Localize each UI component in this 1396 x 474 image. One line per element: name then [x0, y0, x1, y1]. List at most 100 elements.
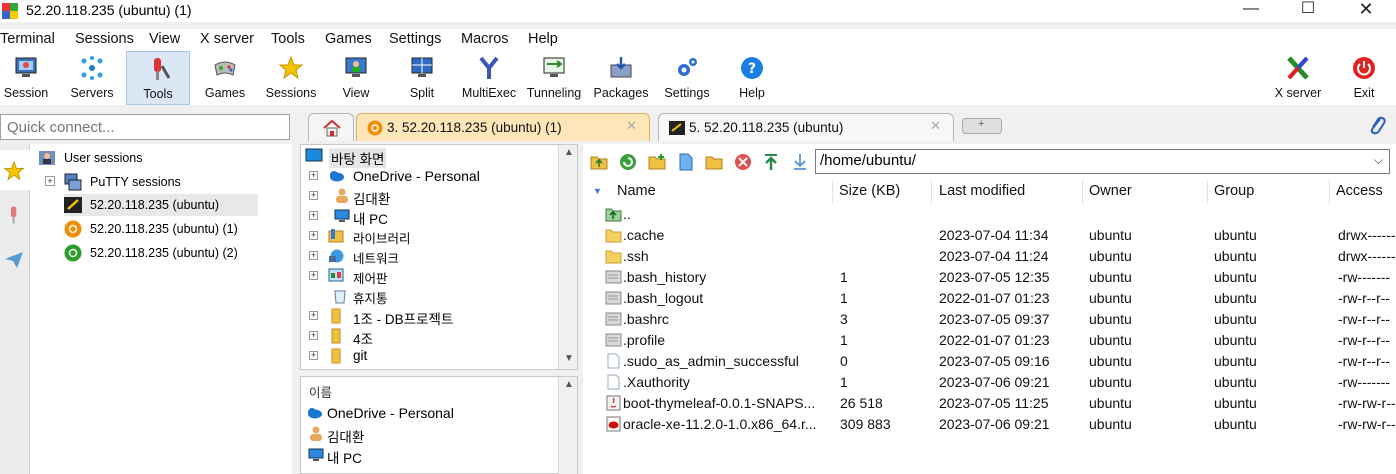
- menu-terminal[interactable]: Terminal: [0, 31, 55, 47]
- scroll-down-icon[interactable]: ▼: [564, 353, 574, 364]
- expand-icon[interactable]: +: [309, 311, 318, 320]
- column-size[interactable]: Size (KB): [839, 183, 900, 199]
- tree-scrollbar[interactable]: ▲ ▼: [558, 145, 577, 369]
- menu-view[interactable]: View: [149, 31, 180, 47]
- panel-splitter[interactable]: [292, 144, 300, 474]
- expand-icon[interactable]: +: [309, 171, 318, 180]
- delete-icon[interactable]: [733, 152, 753, 172]
- file-row[interactable]: .bashrc 3 2023-07-05 09:37 ubuntu ubuntu -rw-…: [583, 309, 1396, 330]
- refresh-icon[interactable]: [618, 152, 638, 172]
- file-row[interactable]: oracle-xe-11.2.0-1.0.x86_64.r... 309 883 2…: [583, 414, 1396, 435]
- tools-button[interactable]: Tools: [126, 51, 190, 105]
- file-size: 1: [840, 374, 848, 390]
- folder-icon: [331, 308, 341, 324]
- column-separator[interactable]: [1082, 180, 1083, 204]
- parent-folder-icon[interactable]: [589, 152, 609, 172]
- file-name: .ssh: [623, 248, 649, 264]
- close-window-button[interactable]: ✕: [1343, 0, 1389, 22]
- menu-games[interactable]: Games: [325, 31, 372, 47]
- exit-button[interactable]: Exit: [1340, 51, 1388, 105]
- file-owner: ubuntu: [1089, 353, 1132, 369]
- file-name: .profile: [623, 332, 666, 348]
- menu-tools[interactable]: Tools: [271, 31, 305, 47]
- new-file-icon[interactable]: [676, 152, 696, 172]
- chevron-down-icon[interactable]: ⌵: [1374, 153, 1383, 168]
- new-tab-button[interactable]: +: [962, 118, 1002, 134]
- menu-sessions[interactable]: Sessions: [75, 31, 134, 47]
- scroll-up-icon[interactable]: ▲: [564, 379, 574, 390]
- file-row[interactable]: .profile 1 2022-01-07 01:23 ubuntu ubuntu -rw…: [583, 330, 1396, 351]
- menu-macros[interactable]: Macros: [461, 31, 509, 47]
- file-modified: 2023-07-04 11:24: [939, 248, 1049, 264]
- file-row[interactable]: .cache 2023-07-04 11:34 ubuntu ubuntu drwx--…: [583, 225, 1396, 246]
- folder-icon[interactable]: [704, 152, 724, 172]
- file-row[interactable]: .bash_logout 1 2022-01-07 01:23 ubuntu ubunt…: [583, 288, 1396, 309]
- column-separator[interactable]: [1207, 180, 1208, 204]
- macros-sidebar-tab[interactable]: [0, 240, 30, 284]
- split-button[interactable]: Split: [396, 51, 448, 105]
- file-row[interactable]: .bash_history 1 2023-07-05 12:35 ubuntu ubun…: [583, 267, 1396, 288]
- paperclip-icon[interactable]: [1368, 114, 1386, 136]
- help-button[interactable]: ? Help: [726, 51, 778, 105]
- tools-sidebar-tab[interactable]: [0, 194, 30, 238]
- file-owner: ubuntu: [1089, 332, 1132, 348]
- expand-icon[interactable]: +: [309, 251, 318, 260]
- file-row[interactable]: .ssh 2023-07-04 11:24 ubuntu ubuntu drwx----…: [583, 246, 1396, 267]
- maximize-button[interactable]: ☐: [1285, 0, 1331, 22]
- packages-button[interactable]: Packages: [590, 51, 652, 105]
- menu-help[interactable]: Help: [528, 31, 558, 47]
- expand-icon[interactable]: +: [309, 231, 318, 240]
- upload-icon[interactable]: [761, 152, 781, 172]
- quick-connect-input[interactable]: [0, 114, 290, 140]
- games-button[interactable]: Games: [198, 51, 252, 105]
- column-modified[interactable]: Last modified: [939, 183, 1025, 199]
- column-owner[interactable]: Owner: [1089, 183, 1132, 199]
- menu-settings[interactable]: Settings: [389, 31, 441, 47]
- column-access[interactable]: Access: [1336, 183, 1383, 199]
- sessions-sidebar-tab[interactable]: [0, 150, 30, 190]
- home-tab[interactable]: [308, 113, 354, 141]
- scroll-up-icon[interactable]: ▲: [564, 147, 574, 158]
- settings-button[interactable]: Settings: [658, 51, 716, 105]
- close-tab-icon[interactable]: ✕: [930, 118, 941, 134]
- column-separator[interactable]: [931, 180, 932, 204]
- name-column-header[interactable]: 이름: [309, 382, 332, 401]
- expand-icon[interactable]: +: [309, 271, 318, 280]
- expand-icon[interactable]: +: [309, 191, 318, 200]
- column-separator[interactable]: [832, 180, 833, 204]
- sort-indicator-icon: ▼: [593, 186, 602, 196]
- file-list-scrollbar[interactable]: ▲: [558, 377, 577, 474]
- x-server-button[interactable]: X server: [1266, 51, 1330, 105]
- expand-icon[interactable]: +: [309, 331, 318, 340]
- column-name[interactable]: Name: [617, 183, 656, 199]
- file-row[interactable]: .sudo_as_admin_successful 0 2023-07-05 09:…: [583, 351, 1396, 372]
- file-row[interactable]: .Xauthority 1 2023-07-06 09:21 ubuntu ubuntu…: [583, 372, 1396, 393]
- download-icon[interactable]: [790, 152, 810, 172]
- sessions-button[interactable]: Sessions: [262, 51, 320, 105]
- servers-button[interactable]: Servers: [62, 51, 122, 105]
- file-modified: 2023-07-06 09:21: [939, 416, 1050, 432]
- expand-icon[interactable]: +: [45, 176, 55, 186]
- remote-path-input[interactable]: /home/ubuntu/ ⌵: [815, 149, 1390, 174]
- session-item[interactable]: 52.20.118.235 (ubuntu): [64, 194, 258, 216]
- multiexec-button[interactable]: MultiExec: [458, 51, 520, 105]
- expand-icon[interactable]: +: [309, 211, 318, 220]
- view-button[interactable]: View: [330, 51, 382, 105]
- menu-x-server[interactable]: X server: [200, 31, 254, 47]
- tab-session-5[interactable]: 5. 52.20.118.235 (ubuntu) ✕: [658, 113, 954, 141]
- expand-icon[interactable]: +: [309, 351, 318, 360]
- new-folder-icon[interactable]: [647, 152, 667, 172]
- minimize-button[interactable]: —: [1228, 0, 1274, 22]
- putty-icon: [64, 173, 82, 191]
- session-button[interactable]: Session: [0, 51, 52, 105]
- close-tab-icon[interactable]: ✕: [626, 118, 637, 134]
- tools-icon: [10, 206, 17, 224]
- file-owner: ubuntu: [1089, 290, 1132, 306]
- file-row[interactable]: boot-thymeleaf-0.0.1-SNAPS... 26 518 2023-…: [583, 393, 1396, 414]
- file-row[interactable]: ..: [583, 204, 1396, 225]
- column-separator[interactable]: [1329, 180, 1330, 204]
- recycle-bin-icon: [334, 290, 346, 304]
- tunneling-button[interactable]: Tunneling: [524, 51, 584, 105]
- tab-session-3[interactable]: 3. 52.20.118.235 (ubuntu) (1) ✕: [356, 113, 650, 141]
- column-group[interactable]: Group: [1214, 183, 1254, 199]
